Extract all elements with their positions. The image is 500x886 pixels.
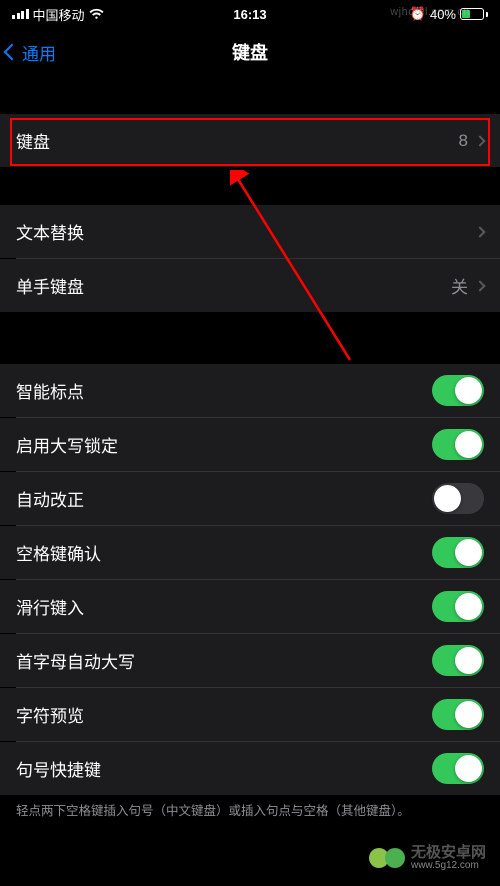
space-confirm-row: 空格键确认 xyxy=(0,526,500,579)
auto-caps-toggle[interactable] xyxy=(432,645,484,676)
footer-hint: 轻点两下空格键插入句号（中文键盘）或插入句点与空格（其他键盘）。 xyxy=(0,795,500,821)
signal-icon xyxy=(12,9,29,19)
watermark-url: wjhotel.com.cn xyxy=(390,6,470,18)
keyboards-row[interactable]: 键盘 8 xyxy=(0,114,500,167)
caps-lock-toggle[interactable] xyxy=(432,429,484,460)
carrier-label: 中国移动 xyxy=(33,5,85,24)
text-replacement-row[interactable]: 文本替换 xyxy=(0,205,500,258)
watermark-title: 无极安卓网 xyxy=(411,845,486,860)
slide-input-label: 滑行键入 xyxy=(16,594,432,619)
smart-punct-toggle[interactable] xyxy=(432,375,484,406)
space-confirm-toggle[interactable] xyxy=(432,537,484,568)
chevron-left-icon xyxy=(4,44,21,61)
auto-caps-label: 首字母自动大写 xyxy=(16,648,432,673)
slide-input-toggle[interactable] xyxy=(432,591,484,622)
back-label: 通用 xyxy=(22,40,56,65)
back-button[interactable]: 通用 xyxy=(0,40,56,65)
text-replacement-label: 文本替换 xyxy=(16,219,476,244)
watermark-brand: 无极安卓网 www.5g12.com xyxy=(369,840,486,876)
char-preview-toggle[interactable] xyxy=(432,699,484,730)
keyboards-label: 键盘 xyxy=(16,128,459,153)
slide-input-row: 滑行键入 xyxy=(0,580,500,633)
auto-correct-toggle[interactable] xyxy=(432,483,484,514)
one-hand-keyboard-value: 关 xyxy=(451,273,468,298)
one-hand-keyboard-label: 单手键盘 xyxy=(16,273,451,298)
caps-lock-row: 启用大写锁定 xyxy=(0,418,500,471)
period-shortcut-row: 句号快捷键 xyxy=(0,742,500,795)
wifi-icon xyxy=(89,8,104,20)
chevron-right-icon xyxy=(474,226,485,237)
auto-correct-label: 自动改正 xyxy=(16,486,432,511)
char-preview-row: 字符预览 xyxy=(0,688,500,741)
period-shortcut-label: 句号快捷键 xyxy=(16,756,432,781)
period-shortcut-toggle[interactable] xyxy=(432,753,484,784)
auto-caps-row: 首字母自动大写 xyxy=(0,634,500,687)
caps-lock-label: 启用大写锁定 xyxy=(16,432,432,457)
status-time: 16:13 xyxy=(233,7,266,22)
chevron-right-icon xyxy=(474,280,485,291)
watermark-logo-icon xyxy=(369,840,405,876)
watermark-sub: www.5g12.com xyxy=(411,860,486,871)
nav-bar: 通用 键盘 xyxy=(0,28,500,76)
chevron-right-icon xyxy=(474,135,485,146)
page-title: 键盘 xyxy=(232,39,268,65)
auto-correct-row: 自动改正 xyxy=(0,472,500,525)
keyboards-count: 8 xyxy=(459,131,468,151)
space-confirm-label: 空格键确认 xyxy=(16,540,432,565)
smart-punct-row: 智能标点 xyxy=(0,364,500,417)
char-preview-label: 字符预览 xyxy=(16,702,432,727)
one-hand-keyboard-row[interactable]: 单手键盘 关 xyxy=(0,259,500,312)
smart-punct-label: 智能标点 xyxy=(16,378,432,403)
